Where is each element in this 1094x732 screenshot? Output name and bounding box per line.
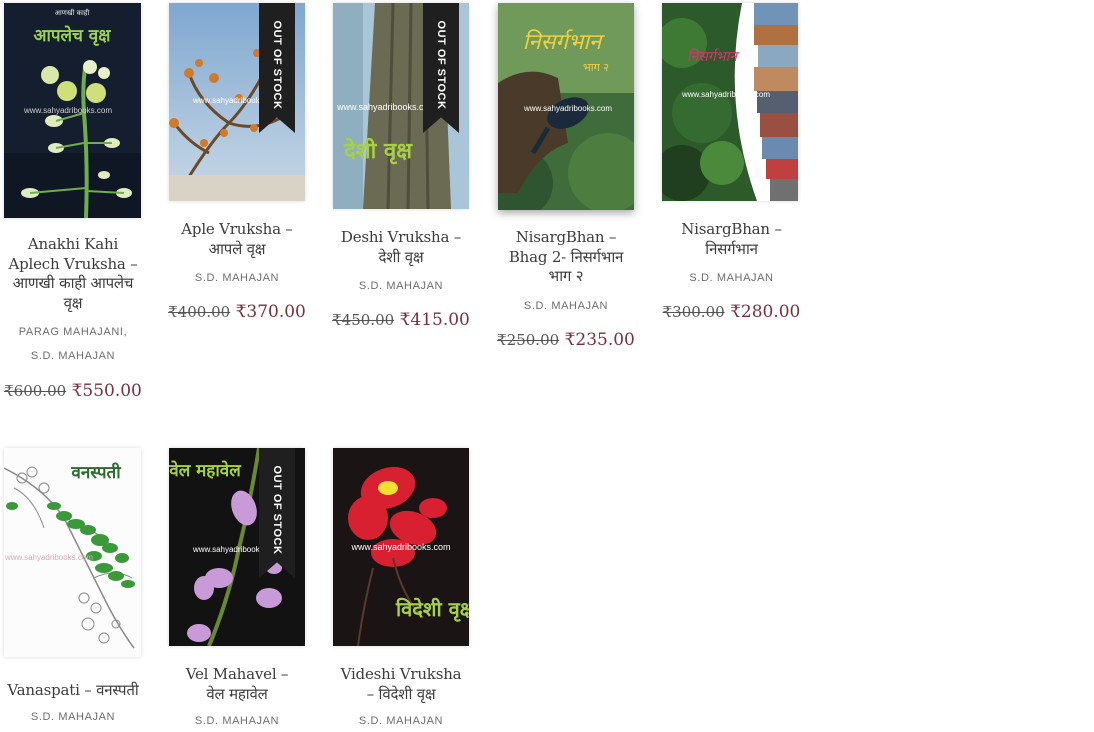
product-cover-image[interactable]: आ www.sahyadribooks.com OUT OF STOCK [169, 3, 305, 201]
author-link[interactable]: S.D. MAHAJAN [2, 706, 144, 728]
product-price: ₹400.00 ₹370.00 [167, 302, 307, 322]
product-cover-image[interactable]: www.sahyadribooks.com देशी वृक्ष OUT OF … [333, 3, 469, 209]
author-link[interactable]: S.D. MAHAJAN [331, 275, 471, 297]
author-link[interactable]: PARAG MAHAJANI [19, 326, 124, 338]
product-title[interactable]: Vanaspati – वनस्पती [2, 681, 144, 701]
author-separator: , [123, 326, 128, 338]
price-sale: ₹235.00 [564, 329, 635, 350]
book-cover-art: www.sahyadribooks.com विदेशी वृक्ष [333, 448, 469, 646]
book-cover-art: निसर्गभान www.sahyadribooks.com [662, 3, 798, 201]
product-card: निसर्गभान www.sahyadribooks.com NisargBh… [660, 3, 803, 322]
book-cover-art: निसर्गभान भाग २ www.sahyadribooks.com [498, 3, 634, 210]
cover-title: निसर्गभान [687, 48, 740, 65]
product-cover-image[interactable]: निसर्गभान भाग २ www.sahyadribooks.com [498, 3, 634, 210]
cover-subtitle: भाग २ [583, 61, 609, 74]
cover-title: आपलेच वृक्ष [34, 25, 112, 46]
product-cover-image[interactable]: वनस्पती www.sahyadribooks.com [4, 448, 141, 657]
price-original: ₹600.00 [4, 382, 67, 400]
product-title[interactable]: NisargBhan – Bhag 2- निसर्गभान भाग २ [496, 228, 636, 287]
cover-title: देशी वृक्ष [343, 137, 413, 165]
cover-title: निसर्गभान [523, 29, 605, 55]
author-link[interactable]: S.D. MAHAJAN [31, 350, 115, 362]
price-original: ₹400.00 [168, 303, 231, 321]
product-card: निसर्गभान भाग २ www.sahyadribooks.com Ni… [496, 3, 636, 350]
product-title[interactable]: Videshi Vruksha – विदेशी वृक्ष [331, 665, 471, 704]
product-title[interactable]: NisargBhan – निसर्गभान [660, 220, 803, 259]
cover-title: वनस्पती [70, 462, 121, 483]
product-title[interactable]: Deshi Vruksha – देशी वृक्ष [331, 228, 471, 267]
price-original: ₹450.00 [332, 311, 395, 329]
product-title[interactable]: Aple Vruksha – आपले वृक्ष [167, 220, 307, 259]
book-cover-art: आणखी काही आपलेच वृक्ष www.sahyadribooks.… [4, 3, 141, 218]
cover-watermark: www.sahyadribooks.com [4, 553, 93, 562]
product-price: ₹450.00 ₹415.00 [331, 310, 471, 330]
product-cover-image[interactable]: www.sahyadribooks.com विदेशी वृक्ष [333, 448, 469, 646]
cover-watermark: www.sahyadribooks.com [681, 90, 770, 99]
cover-watermark: www.sahyadribooks.com [350, 542, 450, 552]
product-card: आणखी काही आपलेच वृक्ष www.sahyadribooks.… [2, 3, 144, 401]
product-price: ₹250.00 ₹235.00 [496, 330, 636, 350]
product-cover-image[interactable]: आणखी काही आपलेच वृक्ष www.sahyadribooks.… [4, 3, 141, 218]
author-link[interactable]: S.D. MAHAJAN [167, 267, 307, 289]
product-card: वेल महावेल www.sahyadribooks.com OUT OF … [167, 448, 307, 732]
product-card: वनस्पती www.sahyadribooks.com Vanaspati … [2, 448, 144, 728]
cover-watermark: www.sahyadribooks.com [523, 104, 612, 113]
product-card: आ www.sahyadribooks.com OUT OF STOCK Apl… [167, 3, 307, 322]
price-sale: ₹550.00 [71, 381, 142, 401]
product-card: www.sahyadribooks.com देशी वृक्ष OUT OF … [331, 3, 471, 330]
product-card: www.sahyadribooks.com विदेशी वृक्ष Vides… [331, 448, 471, 732]
product-price: ₹300.00 ₹280.00 [660, 302, 803, 322]
cover-watermark: www.sahyadribooks.com [23, 106, 112, 115]
price-sale: ₹415.00 [399, 310, 470, 330]
cover-subtitle: आणखी काही [55, 8, 90, 17]
product-title[interactable]: Vel Mahavel – वेल महावेल [167, 665, 307, 704]
out-of-stock-badge: OUT OF STOCK [259, 448, 295, 578]
product-price: ₹600.00 ₹550.00 [2, 381, 144, 401]
price-original: ₹250.00 [497, 330, 560, 349]
price-sale: ₹280.00 [730, 302, 801, 322]
product-title[interactable]: Anakhi Kahi Aplech Vruksha – आणखी काही आ… [2, 235, 144, 313]
author-link[interactable]: S.D. MAHAJAN [496, 295, 636, 317]
out-of-stock-badge: OUT OF STOCK [423, 3, 459, 133]
cover-title: वेल महावेल [169, 460, 242, 481]
cover-watermark: www.sahyadribooks.com [336, 102, 436, 112]
book-cover-art: वनस्पती www.sahyadribooks.com [4, 448, 141, 657]
product-cover-image[interactable]: वेल महावेल www.sahyadribooks.com OUT OF … [169, 448, 305, 646]
price-sale: ₹370.00 [235, 302, 306, 322]
out-of-stock-badge: OUT OF STOCK [259, 3, 295, 133]
product-cover-image[interactable]: निसर्गभान www.sahyadribooks.com [662, 3, 798, 201]
price-original: ₹300.00 [662, 303, 725, 321]
author-link[interactable]: S.D. MAHAJAN [660, 267, 803, 289]
cover-title: विदेशी वृक्ष [395, 597, 469, 622]
product-authors: PARAG MAHAJANI, S.D. MAHAJAN [2, 319, 144, 367]
